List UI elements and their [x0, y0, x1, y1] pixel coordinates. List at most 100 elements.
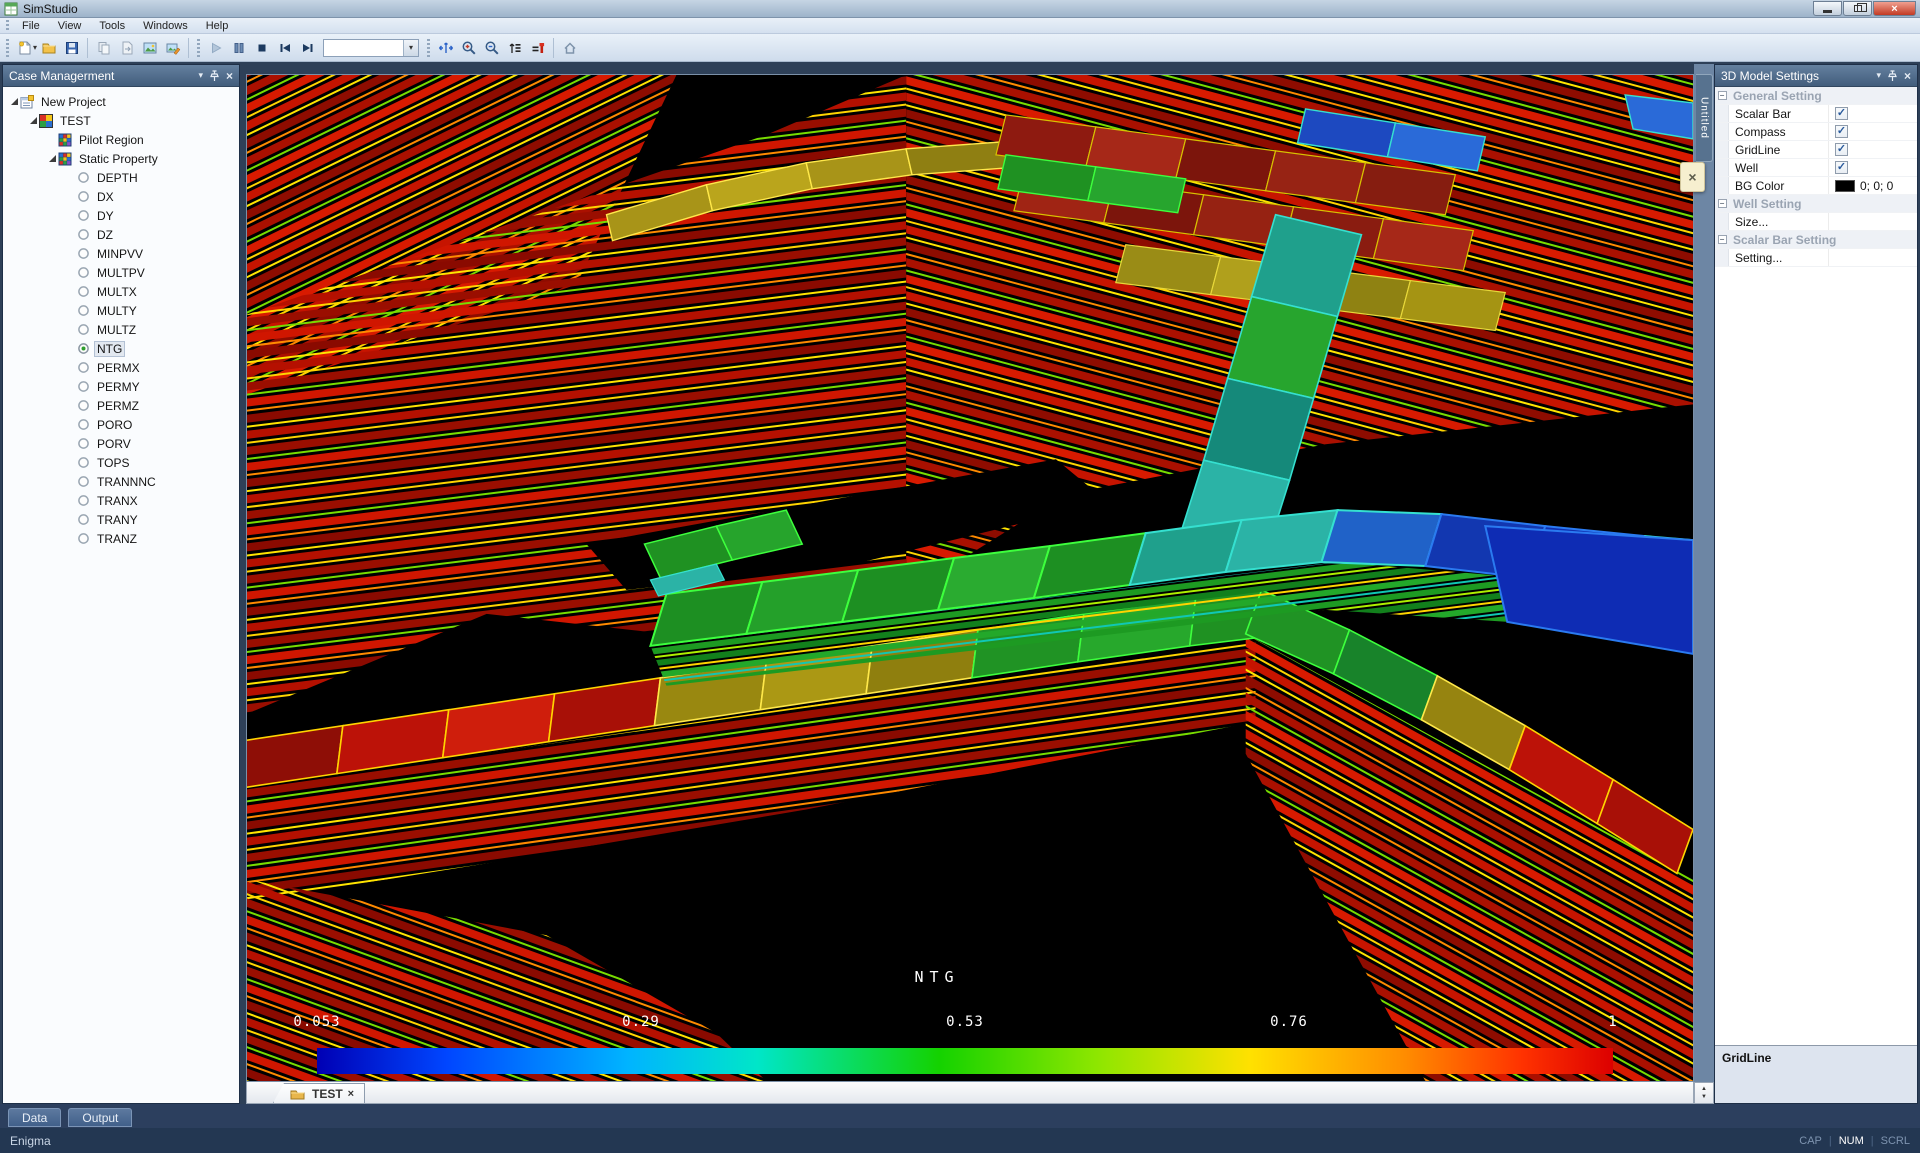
untitled-dock-tab[interactable]: Untitled: [1696, 74, 1713, 162]
property-value[interactable]: [1829, 213, 1917, 230]
tree-item-trannnc[interactable]: TRANNNC: [3, 472, 239, 491]
tree-item-minpvv[interactable]: MINPVV: [3, 244, 239, 263]
menu-view[interactable]: View: [49, 19, 91, 33]
copy-button[interactable]: [92, 37, 115, 59]
tree-item-label: MULTPV: [94, 266, 148, 280]
tree-item-dz[interactable]: DZ: [3, 225, 239, 244]
tree-item-multy[interactable]: MULTY: [3, 301, 239, 320]
home-button[interactable]: [558, 37, 581, 59]
combo-caret-icon[interactable]: ▾: [403, 40, 418, 56]
property-description: GridLine: [1715, 1045, 1917, 1103]
expander-icon[interactable]: [28, 116, 39, 125]
property-value[interactable]: ✓: [1829, 159, 1917, 176]
scroll-up-icon[interactable]: ▲: [1701, 1086, 1707, 1092]
tree-item-tranz[interactable]: TRANZ: [3, 529, 239, 548]
3d-canvas[interactable]: NTG 0.0530.290.530.761: [246, 74, 1694, 1082]
minimize-button[interactable]: [1813, 1, 1842, 16]
tree-item-permx[interactable]: PERMX: [3, 358, 239, 377]
color-swatch[interactable]: [1835, 180, 1855, 192]
property-compass[interactable]: Compass✓: [1715, 123, 1917, 141]
tree-item-dy[interactable]: DY: [3, 206, 239, 225]
property-well[interactable]: Well✓: [1715, 159, 1917, 177]
pan-icon: [438, 40, 454, 56]
image-button[interactable]: [138, 37, 161, 59]
tree-item-ntg[interactable]: NTG: [3, 339, 239, 358]
document-tab-close-icon[interactable]: ×: [348, 1088, 354, 1100]
zoom-out-icon: [484, 40, 500, 56]
panel-close-icon[interactable]: ×: [226, 71, 233, 81]
open-button[interactable]: [37, 37, 60, 59]
menu-tools[interactable]: Tools: [90, 19, 134, 33]
property-size-[interactable]: Size...: [1715, 213, 1917, 231]
checkbox-checked[interactable]: ✓: [1835, 125, 1848, 138]
pushpin-icon[interactable]: [1888, 70, 1897, 82]
property-setting-[interactable]: Setting...: [1715, 249, 1917, 267]
collapse-box[interactable]: −: [1715, 87, 1729, 104]
scroll-down-icon[interactable]: ▼: [1701, 1094, 1707, 1100]
marker-button[interactable]: [526, 37, 549, 59]
property-gridline[interactable]: GridLine✓: [1715, 141, 1917, 159]
tree-item-static-property[interactable]: Static Property: [3, 149, 239, 168]
tree-item-test[interactable]: TEST: [3, 111, 239, 130]
collapse-box[interactable]: −: [1715, 231, 1729, 248]
tree-item-new-project[interactable]: New Project: [3, 92, 239, 111]
document-tab-test[interactable]: TEST ×: [273, 1083, 365, 1103]
tree-item-multz[interactable]: MULTZ: [3, 320, 239, 339]
property-value[interactable]: 0; 0; 0: [1829, 177, 1917, 194]
property-value[interactable]: [1829, 249, 1917, 266]
expander-icon[interactable]: [47, 154, 58, 163]
zoom-in-button[interactable]: [457, 37, 480, 59]
snapshot-button[interactable]: [161, 37, 184, 59]
save-button[interactable]: [60, 37, 83, 59]
pushpin-icon[interactable]: [210, 70, 219, 82]
property-value[interactable]: ✓: [1829, 141, 1917, 158]
close-button[interactable]: ×: [1873, 1, 1916, 16]
restore-button[interactable]: [1843, 1, 1872, 16]
skip-end-button[interactable]: [296, 37, 319, 59]
stop-button[interactable]: [250, 37, 273, 59]
bottom-tab-output[interactable]: Output: [68, 1108, 132, 1127]
bottom-tab-data[interactable]: Data: [8, 1108, 61, 1127]
expander-icon[interactable]: [9, 97, 20, 106]
menu-file[interactable]: File: [13, 19, 49, 33]
timestep-combo-box[interactable]: ▾: [323, 39, 419, 57]
checkbox-checked[interactable]: ✓: [1835, 161, 1848, 174]
tree-item-trany[interactable]: TRANY: [3, 510, 239, 529]
menu-help[interactable]: Help: [197, 19, 238, 33]
panel-close-icon[interactable]: ×: [1904, 71, 1911, 81]
tree-item-label: TRANZ: [94, 532, 140, 546]
scalebar-label: 0.053: [293, 1014, 340, 1030]
skip-start-button[interactable]: [273, 37, 296, 59]
play-button[interactable]: [204, 37, 227, 59]
snapshot-icon: [165, 40, 181, 56]
tree-item-depth[interactable]: DEPTH: [3, 168, 239, 187]
property-value[interactable]: ✓: [1829, 105, 1917, 122]
checkbox-checked[interactable]: ✓: [1835, 143, 1848, 156]
tree-item-pilot-region[interactable]: Pilot Region: [3, 130, 239, 149]
tree-item-permz[interactable]: PERMZ: [3, 396, 239, 415]
panel-menu-caret-icon[interactable]: ▾: [1876, 70, 1881, 81]
tree-item-tops[interactable]: TOPS: [3, 453, 239, 472]
checkbox-checked[interactable]: ✓: [1835, 107, 1848, 120]
floating-close-button[interactable]: ×: [1680, 162, 1705, 192]
tree-item-multx[interactable]: MULTX: [3, 282, 239, 301]
model-settings-header: 3D Model Settings ▾ ×: [1715, 65, 1917, 87]
tree-item-porv[interactable]: PORV: [3, 434, 239, 453]
pan-button[interactable]: [434, 37, 457, 59]
zoom-out-button[interactable]: [480, 37, 503, 59]
tree-item-permy[interactable]: PERMY: [3, 377, 239, 396]
collapse-box[interactable]: −: [1715, 195, 1729, 212]
scalebar-label: 1: [1608, 1014, 1617, 1030]
pause-button[interactable]: [227, 37, 250, 59]
property-bg-color[interactable]: BG Color0; 0; 0: [1715, 177, 1917, 195]
menu-windows[interactable]: Windows: [134, 19, 197, 33]
tree-item-tranx[interactable]: TRANX: [3, 491, 239, 510]
property-value[interactable]: ✓: [1829, 123, 1917, 140]
range-button[interactable]: [503, 37, 526, 59]
export-button[interactable]: [115, 37, 138, 59]
tree-item-multpv[interactable]: MULTPV: [3, 263, 239, 282]
tree-item-poro[interactable]: PORO: [3, 415, 239, 434]
tree-item-dx[interactable]: DX: [3, 187, 239, 206]
property-scalar-bar[interactable]: Scalar Bar✓: [1715, 105, 1917, 123]
panel-menu-caret-icon[interactable]: ▾: [198, 70, 203, 81]
